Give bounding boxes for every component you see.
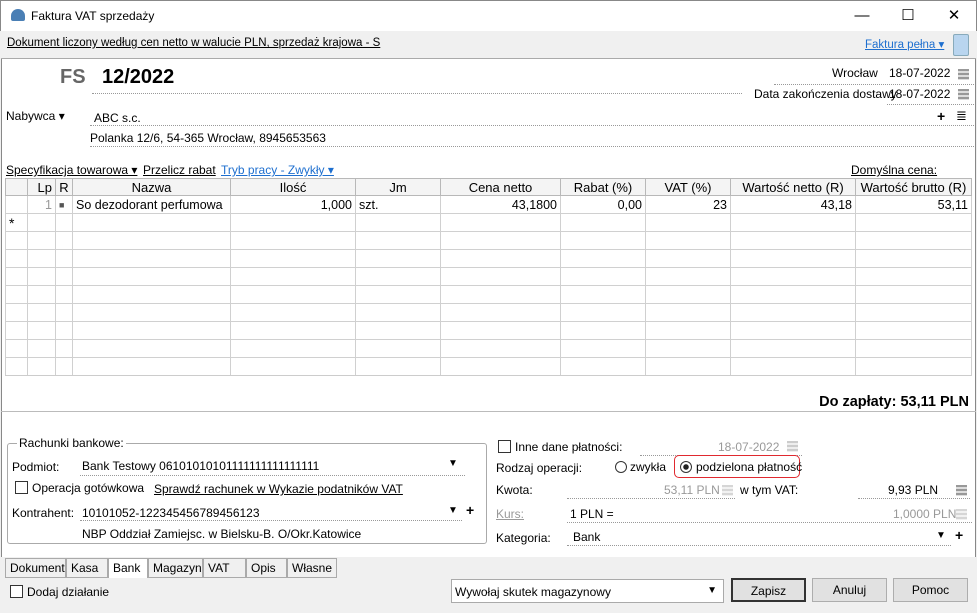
amount-label: Kwota: — [496, 483, 533, 497]
calculator-icon — [956, 509, 967, 520]
calendar-icon[interactable] — [958, 89, 969, 100]
calendar-icon[interactable] — [958, 69, 969, 80]
chevron-down-icon[interactable]: ▼ — [936, 530, 946, 541]
tab-kasa[interactable]: Kasa — [66, 558, 108, 578]
check-vat-register-link[interactable]: Sprawdź rachunek w Wykazie podatników VA… — [154, 482, 403, 496]
rate-prefix: 1 PLN = — [570, 507, 614, 521]
contractor-label: Kontrahent: — [12, 506, 75, 520]
radio-split-label: podzielona płatność — [696, 460, 803, 474]
cancel-button[interactable]: Anuluj — [812, 578, 887, 602]
buyer-address: Polanka 12/6, 54-365 Wrocław, 8945653563 — [90, 131, 326, 145]
effect-select[interactable]: Wywołaj skutek magazynowy ▼ — [451, 579, 724, 603]
calculator-icon[interactable] — [956, 485, 967, 496]
buyer-list-icon[interactable]: ≣ — [956, 108, 967, 124]
app-icon — [11, 9, 25, 21]
empty-row — [5, 321, 972, 340]
chevron-down-icon[interactable]: ▼ — [448, 458, 458, 469]
goods-spec-dropdown[interactable]: Specyfikacja towarowa ▾ — [6, 163, 137, 177]
add-buyer-icon[interactable]: + — [937, 108, 945, 124]
col-netto[interactable]: Wartość netto (R) — [730, 178, 856, 196]
tab-magazyn[interactable]: Magazyn — [148, 558, 203, 578]
cash-operation-label: Operacja gotówkowa — [32, 481, 145, 495]
buyer-name[interactable]: ABC s.c. — [94, 111, 141, 125]
operation-type-label: Rodzaj operacji: — [496, 461, 583, 475]
invoice-type-dropdown[interactable]: Faktura pełna ▾ — [865, 37, 944, 51]
empty-row — [5, 249, 972, 268]
amount-field: 53,11 PLN — [664, 483, 720, 497]
vat-label: w tym VAT: — [740, 483, 799, 497]
col-lp[interactable]: Lp — [27, 178, 56, 196]
close-button[interactable]: ✕ — [931, 1, 977, 31]
other-payment-checkbox[interactable] — [498, 440, 511, 453]
window-title: Faktura VAT sprzedaży — [31, 9, 155, 23]
delivery-date[interactable]: 18-07-2022 — [889, 87, 950, 101]
document-icon[interactable] — [953, 34, 969, 56]
empty-row — [5, 267, 972, 286]
tab-opis[interactable]: Opis — [246, 558, 287, 578]
calculator-icon — [722, 485, 733, 496]
vat-amount-field[interactable]: 9,93 PLN — [888, 483, 938, 497]
help-button[interactable]: Pomoc — [893, 578, 968, 602]
delivery-date-label: Data zakończenia dostawy — [754, 87, 897, 101]
subject-select[interactable]: Bank Testowy 06101010101111111111111111 — [82, 459, 319, 473]
add-category-icon[interactable]: + — [955, 527, 963, 543]
new-row[interactable]: * — [5, 213, 972, 232]
radio-split[interactable] — [680, 461, 692, 473]
tab-bank[interactable]: Bank — [108, 558, 148, 578]
minimize-button[interactable]: — — [839, 1, 885, 31]
col-nazwa[interactable]: Nazwa — [72, 178, 231, 196]
doc-prefix: FS — [60, 66, 86, 88]
document-info-link[interactable]: Dokument liczony według cen netto w walu… — [7, 37, 380, 49]
chevron-down-icon[interactable]: ▼ — [448, 505, 458, 516]
col-ilosc[interactable]: Ilość — [230, 178, 356, 196]
calendar-icon — [787, 441, 798, 452]
table-header: Lp R Nazwa Ilość Jm Cena netto Rabat (%)… — [5, 178, 972, 196]
doc-number[interactable]: 12/2022 — [102, 66, 174, 89]
category-label: Kategoria: — [496, 531, 551, 545]
subject-label: Podmiot: — [12, 460, 60, 474]
recalc-discount-link[interactable]: Przelicz rabat — [143, 163, 216, 177]
empty-row — [5, 357, 972, 376]
info-bar: Dokument liczony według cen netto w walu… — [1, 31, 976, 59]
col-r[interactable]: R — [55, 178, 73, 196]
col-rabat[interactable]: Rabat (%) — [560, 178, 646, 196]
tab-własne[interactable]: Własne — [287, 558, 337, 578]
empty-row — [5, 231, 972, 250]
col-vat[interactable]: VAT (%) — [645, 178, 731, 196]
contractor-account-select[interactable]: 10101052-12234545678945612​3 — [82, 506, 260, 520]
table-row[interactable]: 1 ■ So dezodorant perfumowa 1,000 szt. 4… — [5, 195, 972, 214]
tab-vat[interactable]: VAT — [203, 558, 246, 578]
maximize-button[interactable]: ☐ — [885, 1, 931, 31]
work-mode-dropdown[interactable]: Tryb pracy - Zwykły ▾ — [221, 163, 334, 177]
col-jm[interactable]: Jm — [355, 178, 441, 196]
category-select[interactable]: Bank — [573, 530, 600, 544]
add-action-checkbox[interactable] — [10, 585, 23, 598]
other-payment-label: Inne dane płatności: — [515, 440, 623, 454]
empty-row — [5, 303, 972, 322]
total-due: Do zapłaty: 53,11 PLN — [819, 394, 969, 410]
chevron-down-icon: ▼ — [707, 585, 717, 596]
cash-operation-checkbox[interactable] — [15, 481, 28, 494]
tab-dokument[interactable]: Dokument — [5, 558, 66, 578]
radio-normal-label: zwykła — [630, 460, 667, 474]
items-table: Lp R Nazwa Ilość Jm Cena netto Rabat (%)… — [5, 178, 972, 376]
radio-normal[interactable] — [615, 461, 627, 473]
add-action-label: Dodaj działanie — [27, 585, 110, 599]
empty-row — [5, 339, 972, 358]
issue-date[interactable]: 18-07-2022 — [889, 66, 950, 80]
save-button[interactable]: Zapisz — [731, 578, 806, 602]
place-label[interactable]: Wrocław — [832, 66, 878, 80]
col-cena[interactable]: Cena netto — [440, 178, 561, 196]
title-bar: Faktura VAT sprzedaży — ☐ ✕ — [0, 0, 977, 31]
bank-accounts-legend: Rachunki bankowe: — [17, 436, 126, 450]
bank-name: NBP Oddział Zamiejsc. w Bielsku-B. O/Okr… — [82, 527, 362, 541]
add-account-icon[interactable]: + — [466, 502, 474, 518]
rate-link[interactable]: Kurs: — [496, 507, 524, 521]
payment-date: 18-07-2022 — [718, 440, 780, 454]
buyer-dropdown[interactable]: Nabywca ▾ — [6, 109, 65, 123]
empty-row — [5, 285, 972, 304]
col-brutto[interactable]: Wartość brutto (R) — [855, 178, 972, 196]
rate-field: 1,0000 PLN — [893, 507, 957, 521]
